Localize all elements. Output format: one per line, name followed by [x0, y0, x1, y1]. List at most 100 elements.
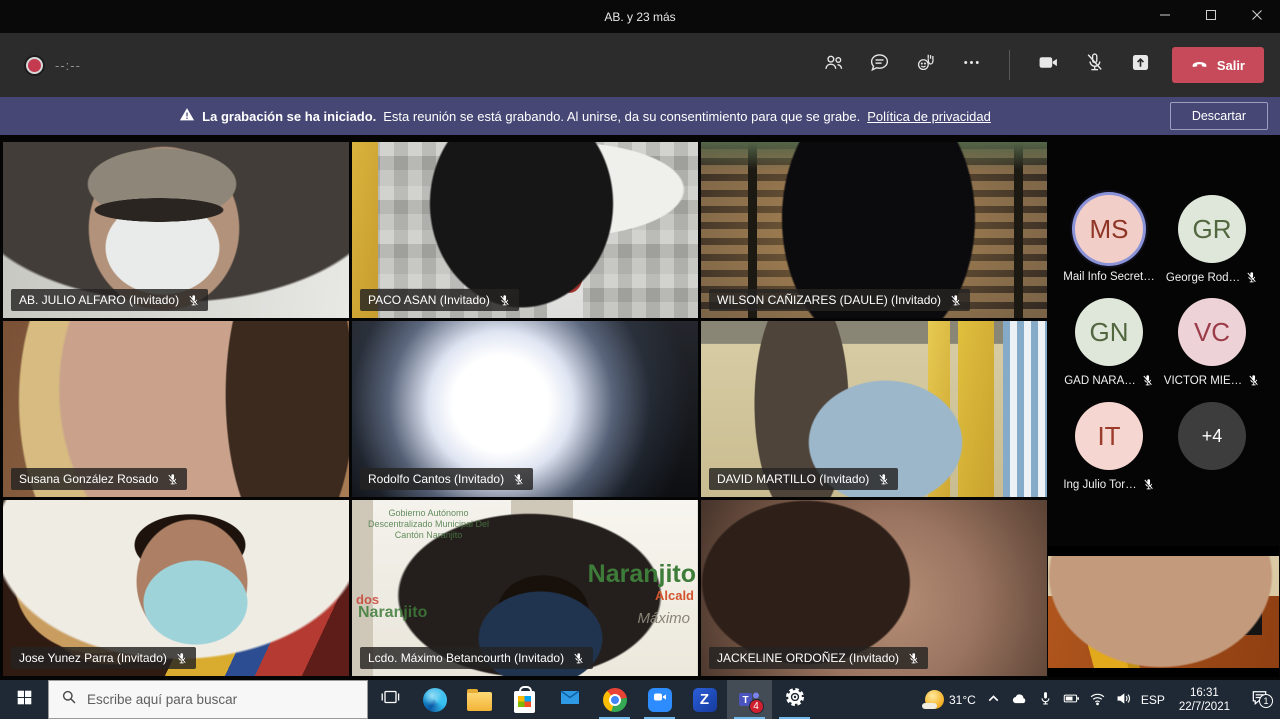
participant-avatar-it[interactable]: IT Ing Julio Tor…: [1057, 402, 1161, 491]
participant-name: Rodolfo Cantos (Invitado): [368, 472, 504, 486]
mic-muted-icon: [877, 473, 890, 486]
search-icon: [61, 689, 77, 710]
weather-widget[interactable]: 31°C: [925, 690, 976, 709]
mic-muted-icon: [1084, 52, 1105, 78]
battery-icon: [1063, 690, 1080, 710]
mic-muted-icon: [175, 652, 188, 665]
participant-avatar-ms[interactable]: MS Mail Info Secret…: [1057, 195, 1161, 283]
banner-text-gov: Gobierno Autónomo Descentralizado Munici…: [366, 508, 491, 541]
participant-name: WILSON CAÑIZARES (DAULE) (Invitado): [717, 293, 941, 307]
minimize-button[interactable]: [1142, 0, 1188, 33]
video-tile-wilson-canizares[interactable]: WILSON CAÑIZARES (DAULE) (Invitado): [701, 142, 1047, 318]
file-explorer-icon: [467, 692, 492, 711]
close-button[interactable]: [1234, 0, 1280, 33]
speaker-icon: [1115, 690, 1132, 710]
dismiss-banner-button[interactable]: Descartar: [1170, 102, 1268, 130]
video-tile-julio-alfaro[interactable]: AB. JULIO ALFARO (Invitado): [3, 142, 349, 318]
volume-tray[interactable]: [1115, 690, 1132, 710]
participant-name-tag: DAVID MARTILLO (Invitado): [709, 468, 898, 490]
chevron-up-icon: [985, 690, 1002, 710]
video-tile-jose-yunez[interactable]: Jose Yunez Parra (Invitado): [3, 500, 349, 676]
language-label: ESP: [1141, 693, 1165, 707]
maximize-button[interactable]: [1188, 0, 1234, 33]
windows-taskbar: T 4 31°C ESP 16:31 22/7/2021 1: [0, 680, 1280, 719]
window-title: AB. y 23 más: [0, 10, 1142, 24]
people-icon: [823, 52, 844, 78]
mic-muted-icon: [1245, 271, 1258, 284]
video-tile-maximo-betancourth[interactable]: Gobierno Autónomo Descentralizado Munici…: [352, 500, 698, 676]
taskbar-app-mail[interactable]: [547, 680, 592, 719]
tray-overflow-button[interactable]: [985, 690, 1002, 710]
mic-toggle-button[interactable]: [1078, 48, 1112, 82]
battery-tray[interactable]: [1063, 690, 1080, 710]
video-tile-jackeline-ordonez[interactable]: JACKELINE ORDOÑEZ (Invitado): [701, 500, 1047, 676]
warning-icon: [179, 107, 195, 125]
taskbar-search[interactable]: [48, 680, 368, 719]
windows-logo-icon: [16, 689, 33, 711]
video-tile-rodolfo-cantos[interactable]: Rodolfo Cantos (Invitado): [352, 321, 698, 497]
svg-text:T: T: [742, 695, 748, 706]
taskbar-app-edge[interactable]: [412, 680, 457, 719]
taskbar-app-chrome[interactable]: [592, 680, 637, 719]
microphone-tray[interactable]: [1037, 690, 1054, 710]
participant-avatar-gn[interactable]: GN GAD NARA…: [1057, 298, 1161, 387]
taskbar-app-zoom[interactable]: [637, 680, 682, 719]
mic-muted-icon: [907, 652, 920, 665]
language-indicator[interactable]: ESP: [1141, 693, 1165, 707]
meeting-stage: AB. JULIO ALFARO (Invitado) PACO ASAN (I…: [0, 135, 1280, 680]
banner-text-alcaldia: Alcald: [655, 588, 694, 603]
wifi-icon: [1089, 690, 1106, 710]
participant-name-tag: Susana González Rosado: [11, 468, 187, 490]
video-tile-paco-asan[interactable]: PACO ASAN (Invitado): [352, 142, 698, 318]
share-screen-button[interactable]: [1124, 48, 1158, 82]
participant-name: Jose Yunez Parra (Invitado): [19, 651, 167, 665]
avatar: IT: [1075, 402, 1143, 470]
search-input[interactable]: [87, 692, 337, 707]
video-tile-susana-gonzalez[interactable]: Susana González Rosado: [3, 321, 349, 497]
more-actions-button[interactable]: [955, 48, 989, 82]
taskbar-app-explorer[interactable]: [457, 680, 502, 719]
taskbar-app-settings[interactable]: [772, 680, 817, 719]
video-grid: AB. JULIO ALFARO (Invitado) PACO ASAN (I…: [3, 142, 1047, 676]
network-tray[interactable]: [1089, 690, 1106, 710]
participants-button[interactable]: [817, 48, 851, 82]
overflow-participants[interactable]: +4: [1160, 402, 1264, 470]
z-app-icon: [693, 688, 717, 712]
chat-button[interactable]: [863, 48, 897, 82]
participant-name: DAVID MARTILLO (Invitado): [717, 472, 869, 486]
taskbar-clock[interactable]: 16:31 22/7/2021: [1174, 686, 1235, 714]
privacy-policy-link[interactable]: Política de privacidad: [867, 109, 991, 124]
maximize-icon: [1205, 8, 1217, 26]
camera-toggle-button[interactable]: [1032, 48, 1066, 82]
taskbar-app-store[interactable]: [502, 680, 547, 719]
banner-text-brand: Naranjito: [588, 560, 696, 589]
mic-muted-icon: [1142, 478, 1155, 491]
hangup-icon: [1191, 55, 1208, 75]
participant-avatar-gr[interactable]: GR George Rod…: [1160, 195, 1264, 284]
participant-avatar-vc[interactable]: VC VICTOR MIE…: [1160, 298, 1264, 387]
mic-muted-icon: [949, 294, 962, 307]
start-button[interactable]: [0, 680, 48, 719]
teams-icon: T 4: [737, 688, 763, 712]
participant-name: JACKELINE ORDOÑEZ (Invitado): [717, 651, 899, 665]
participant-name-tag: AB. JULIO ALFARO (Invitado): [11, 289, 208, 311]
taskbar-app-z[interactable]: [682, 680, 727, 719]
task-view-button[interactable]: [368, 680, 412, 719]
participant-name-tag: Lcdo. Máximo Betancourth (Invitado): [360, 647, 593, 669]
taskbar-app-teams[interactable]: T 4: [727, 680, 772, 719]
gear-icon: [784, 686, 806, 713]
edge-icon: [423, 688, 447, 712]
leave-call-button[interactable]: Salir: [1172, 47, 1264, 83]
reactions-button[interactable]: [909, 48, 943, 82]
raise-hand-icon: [915, 52, 936, 78]
share-icon: [1130, 52, 1151, 78]
onedrive-tray[interactable]: [1011, 690, 1028, 710]
video-tile-david-martillo[interactable]: DAVID MARTILLO (Invitado): [701, 321, 1047, 497]
teams-notification-badge: 4: [749, 699, 764, 714]
action-center-button[interactable]: 1: [1244, 688, 1274, 712]
meeting-toolbar: --:-- Salir: [0, 33, 1280, 97]
task-view-icon: [380, 687, 400, 712]
microphone-icon: [1037, 690, 1054, 710]
self-video-tile[interactable]: [1048, 546, 1279, 677]
avatar: GR: [1178, 195, 1246, 263]
